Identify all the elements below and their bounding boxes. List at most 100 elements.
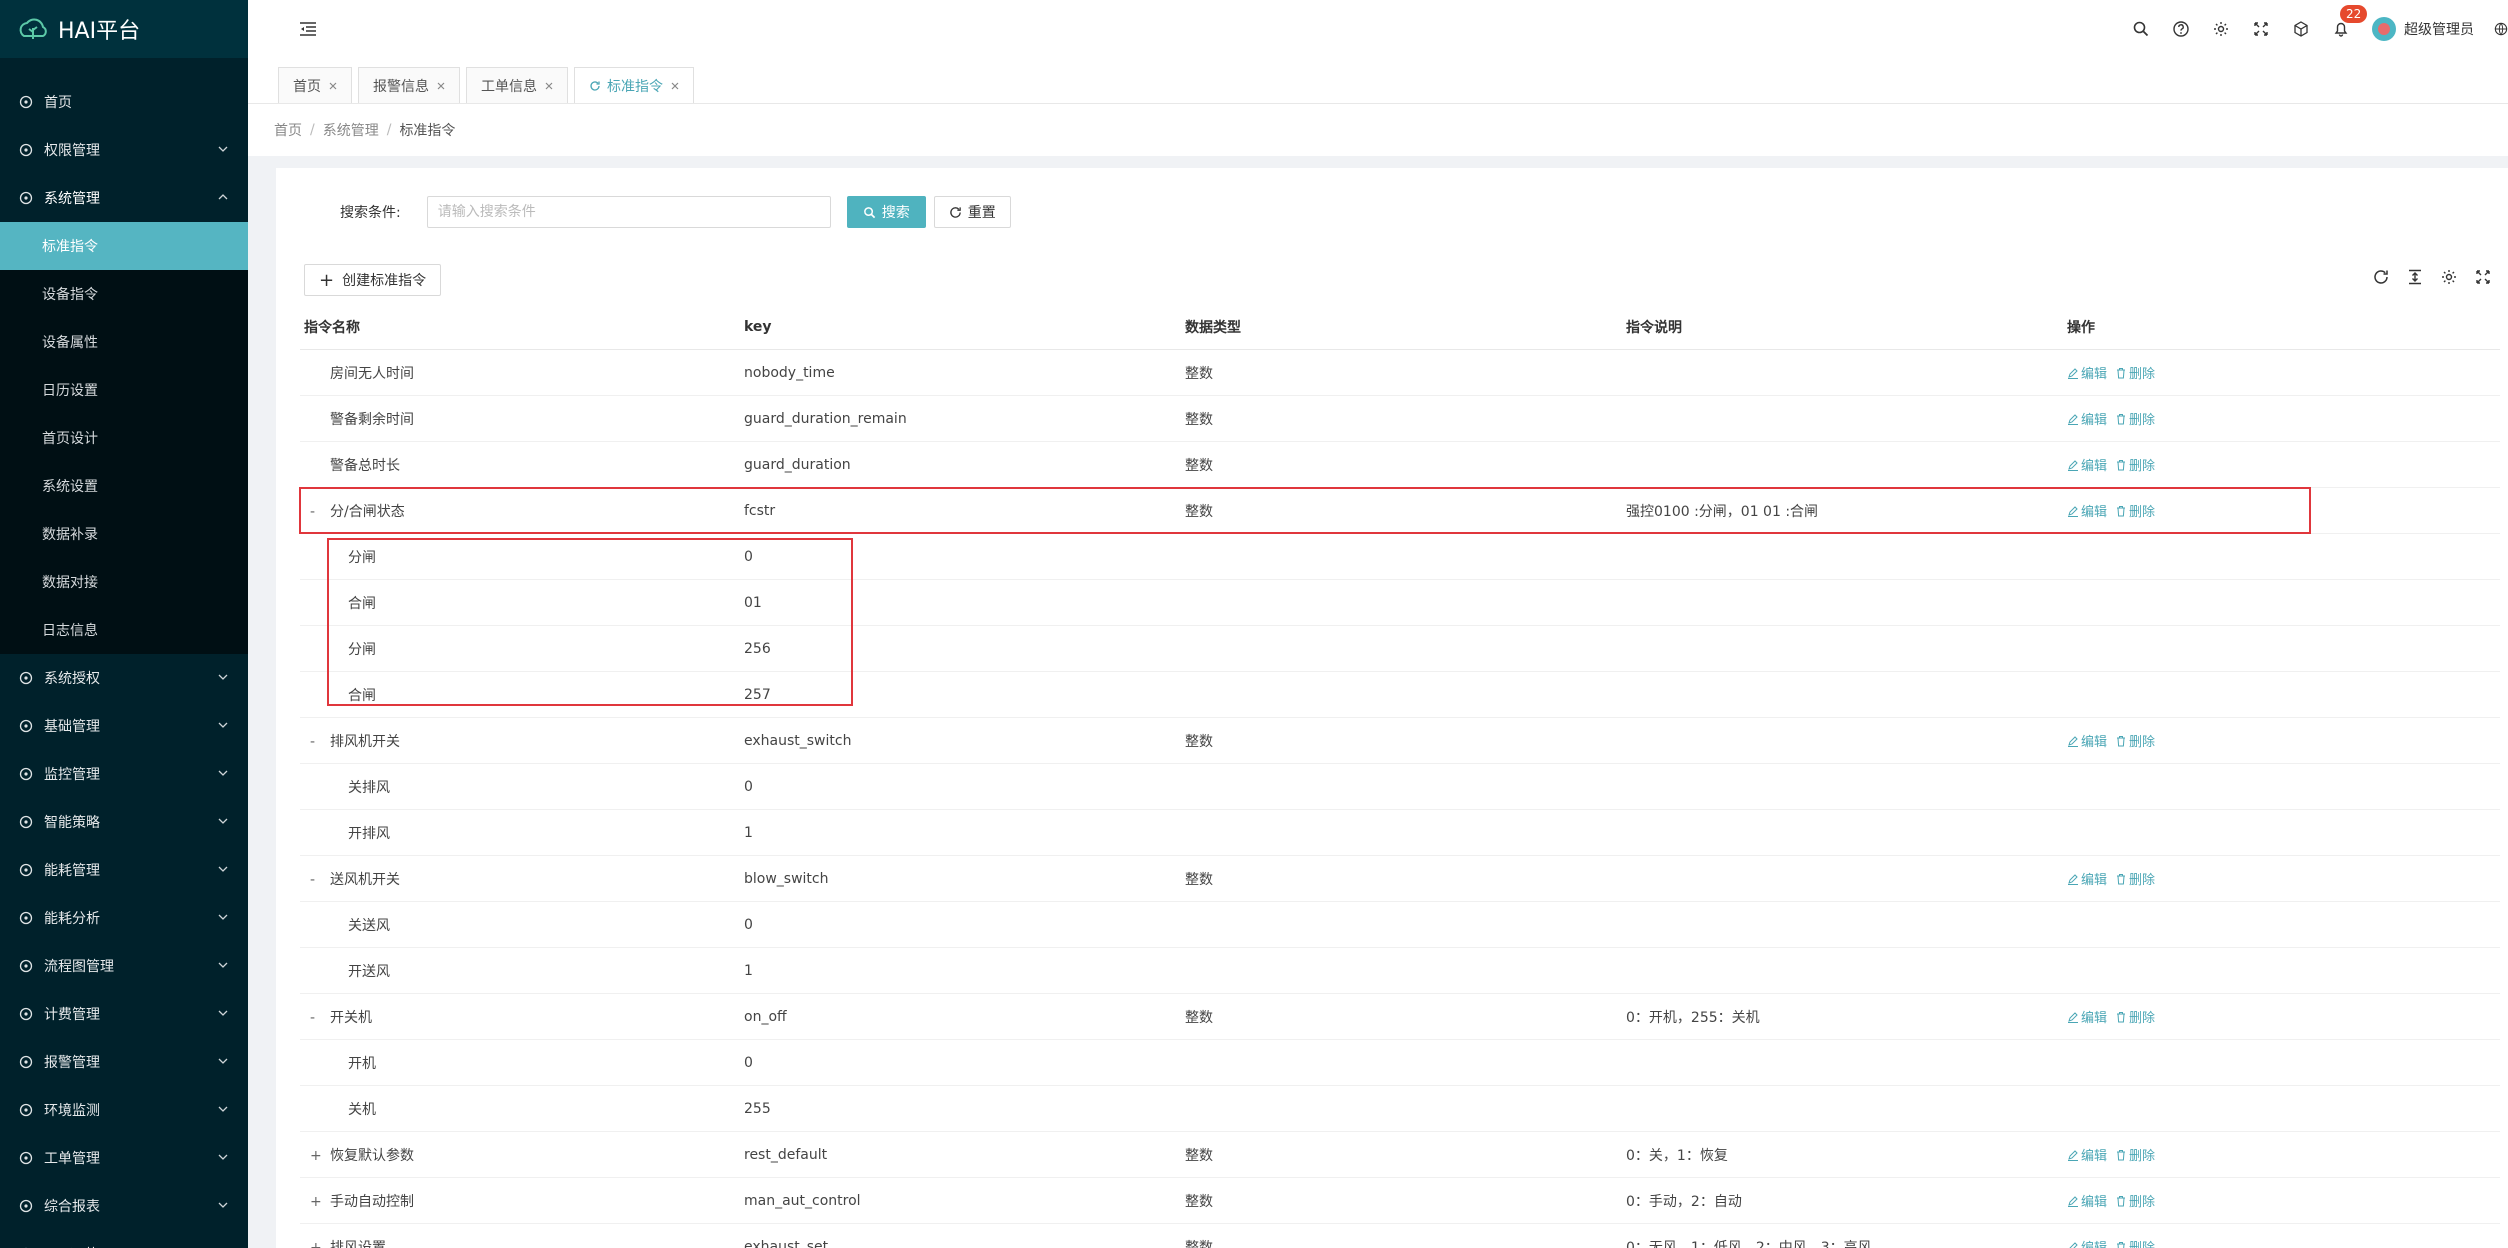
breadcrumb-item-0[interactable]: 首页	[274, 120, 302, 140]
row-expander[interactable]: -	[310, 1010, 324, 1026]
chart-icon	[19, 911, 33, 925]
delete-button[interactable]: 删除	[2115, 731, 2155, 750]
edit-button[interactable]: 编辑	[2067, 731, 2107, 750]
delete-button[interactable]: 删除	[2115, 501, 2155, 520]
edit-button[interactable]: 编辑	[2067, 1007, 2107, 1026]
search-input[interactable]	[426, 196, 831, 228]
sidebar-subitem-8[interactable]: 日志信息	[0, 606, 248, 654]
edit-button[interactable]: 编辑	[2067, 1191, 2107, 1210]
reset-button[interactable]: 重置	[933, 196, 1011, 228]
row-expander[interactable]: -	[310, 872, 324, 888]
delete-button[interactable]: 删除	[2115, 1191, 2155, 1210]
language-switch[interactable]	[2494, 22, 2508, 36]
cell-name: 开送风	[300, 961, 740, 981]
menu-fold-icon[interactable]	[298, 19, 318, 39]
notification-bell[interactable]: 22	[2332, 5, 2368, 38]
refresh-icon[interactable]	[2372, 268, 2390, 286]
sidebar-item-0[interactable]: 首页	[0, 78, 248, 126]
sidebar-subitem-6[interactable]: 数据补录	[0, 510, 248, 558]
sidebar-item-2[interactable]: 系统管理	[0, 174, 248, 222]
sidebar-item-14[interactable]: 综合报表	[0, 1182, 248, 1230]
sidebar-item-7[interactable]: 能耗管理	[0, 846, 248, 894]
delete-icon	[2117, 1241, 2126, 1248]
edit-button[interactable]: 编辑	[2067, 869, 2107, 888]
sidebar-item-12[interactable]: 环境监测	[0, 1086, 248, 1134]
sidebar-item-1[interactable]: 权限管理	[0, 126, 248, 174]
brand[interactable]: HAI平台	[0, 0, 248, 58]
sidebar-item-10[interactable]: 计费管理	[0, 990, 248, 1038]
cell-name: - 排风机开关	[300, 731, 740, 751]
edit-button[interactable]: 编辑	[2067, 1237, 2107, 1248]
settings-icon[interactable]	[2212, 20, 2230, 38]
sidebar-subitem-2[interactable]: 设备属性	[0, 318, 248, 366]
delete-button[interactable]: 删除	[2115, 1145, 2155, 1164]
delete-button[interactable]: 删除	[2115, 455, 2155, 474]
edit-button[interactable]: 编辑	[2067, 1145, 2107, 1164]
cell-ops: 编辑 删除	[2063, 1191, 2500, 1210]
sidebar: HAI平台 首页 权限管理 系统管理 标准指令 设备指令 设备属性 日历设置 首页设计 系统设置…	[0, 0, 248, 1248]
sidebar-item-13[interactable]: 工单管理	[0, 1134, 248, 1182]
sidebar-item-3[interactable]: 系统授权	[0, 654, 248, 702]
sidebar-subitem-5[interactable]: 系统设置	[0, 462, 248, 510]
close-icon[interactable]	[329, 82, 337, 90]
sidebar-item-4[interactable]: 基础管理	[0, 702, 248, 750]
cell-ops: 编辑 删除	[2063, 1007, 2500, 1026]
cube-icon[interactable]	[2292, 20, 2310, 38]
row-expander[interactable]: -	[310, 504, 324, 520]
close-icon[interactable]	[671, 82, 679, 90]
username[interactable]: 超级管理员	[2404, 19, 2474, 39]
table-child-row: 关排风 0	[300, 764, 2500, 810]
column-height-icon[interactable]	[2406, 268, 2424, 286]
table-row: - 送风机开关 blow_switch 整数 编辑 删除	[300, 856, 2500, 902]
delete-button[interactable]: 删除	[2115, 363, 2155, 382]
row-expander[interactable]: +	[310, 1148, 324, 1164]
sidebar-item-11[interactable]: 报警管理	[0, 1038, 248, 1086]
sidebar-subitem-7[interactable]: 数据对接	[0, 558, 248, 606]
edit-button[interactable]: 编辑	[2067, 409, 2107, 428]
delete-button[interactable]: 删除	[2115, 869, 2155, 888]
edit-button[interactable]: 编辑	[2067, 363, 2107, 382]
settings-icon[interactable]	[2440, 268, 2458, 286]
sidebar-item-8[interactable]: 能耗分析	[0, 894, 248, 942]
sidebar-item-15[interactable]: EPA运营	[0, 1230, 248, 1248]
create-command-button[interactable]: + 创建标准指令	[304, 264, 442, 296]
cell-desc: 0：手动，2：自动	[1626, 1193, 1742, 1210]
help-icon[interactable]	[2172, 20, 2190, 38]
cell-type: 整数	[1185, 871, 1213, 888]
search-button[interactable]: 搜索	[846, 196, 926, 228]
sidebar-item-9[interactable]: 流程图管理	[0, 942, 248, 990]
sidebar-subitem-1[interactable]: 设备指令	[0, 270, 248, 318]
sidebar-subitem-0[interactable]: 标准指令	[0, 222, 248, 270]
sidebar-item-5[interactable]: 监控管理	[0, 750, 248, 798]
close-icon[interactable]	[545, 82, 553, 90]
delete-button[interactable]: 删除	[2115, 1007, 2155, 1026]
chevron-down-icon	[218, 146, 228, 152]
cell-key: exhaust_set	[744, 1238, 829, 1248]
sidebar-item-6[interactable]: 智能策略	[0, 798, 248, 846]
top-header: 22 超级管理员	[248, 0, 2508, 58]
tab-3[interactable]: 标准指令	[574, 67, 694, 103]
camera-icon	[19, 767, 33, 781]
delete-button[interactable]: 删除	[2115, 409, 2155, 428]
tab-0[interactable]: 首页	[278, 67, 352, 103]
row-expander[interactable]: +	[310, 1240, 324, 1248]
cell-desc: 0：开机，255：关机	[1626, 1009, 1760, 1026]
breadcrumb-item-1[interactable]: 系统管理	[323, 120, 379, 140]
tab-2[interactable]: 工单信息	[466, 67, 568, 103]
row-expander[interactable]: -	[310, 734, 324, 750]
delete-button[interactable]: 删除	[2115, 1237, 2155, 1248]
cell-ops: 编辑 删除	[2063, 1145, 2500, 1164]
sidebar-subitem-3[interactable]: 日历设置	[0, 366, 248, 414]
edit-button[interactable]: 编辑	[2067, 455, 2107, 474]
row-expander[interactable]: +	[310, 1194, 324, 1210]
close-icon[interactable]	[437, 82, 445, 90]
avatar[interactable]	[2372, 17, 2396, 41]
cell-name: 关送风	[300, 915, 740, 935]
fullscreen-icon[interactable]	[2252, 20, 2270, 38]
edit-button[interactable]: 编辑	[2067, 501, 2107, 520]
sidebar-subitem-4[interactable]: 首页设计	[0, 414, 248, 462]
sidebar-item-label: 工单管理	[44, 1151, 100, 1167]
tab-1[interactable]: 报警信息	[358, 67, 460, 103]
search-icon[interactable]	[2132, 20, 2150, 38]
fullscreen-icon[interactable]	[2474, 268, 2492, 286]
